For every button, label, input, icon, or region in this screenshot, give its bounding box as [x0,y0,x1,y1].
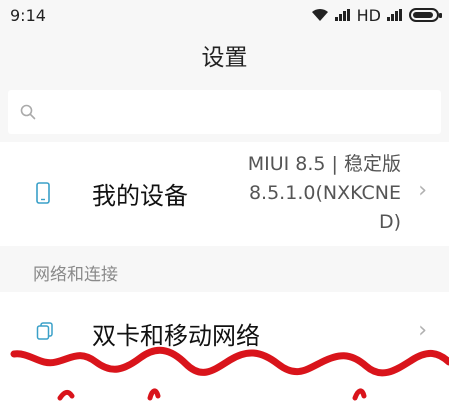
dual-sim-row[interactable]: 双卡和移动网络 › [0,292,449,372]
section-title: 网络和连接 [33,264,118,285]
battery-level [413,12,433,18]
sim-card-icon [36,322,53,340]
device-version: MIUI 8.5 | 稳定版 8.5.1.0(NXKCNE D) [221,150,401,237]
section-header-network: 网络和连接 [0,252,449,292]
status-time: 9:14 [10,5,46,25]
search-icon [20,104,36,120]
status-icons: HD [311,5,442,25]
network-card: 双卡和移动网络 › [0,292,449,401]
my-device-row[interactable]: 我的设备 MIUI 8.5 | 稳定版 8.5.1.0(NXKCNE D) › [0,142,449,246]
chevron-right-icon: › [418,178,427,203]
phone-icon [36,182,50,204]
wifi-icon [311,8,328,21]
battery-icon [409,8,442,22]
signal-icon [334,9,351,21]
device-version-line2: 8.5.1.0(NXKCNE [248,182,401,204]
status-bar: 9:14 HD [0,0,449,30]
network-type-label: HD [356,5,381,25]
device-version-line3: D) [378,211,401,233]
chevron-right-icon: › [418,318,427,343]
search-box[interactable] [8,90,441,134]
dual-sim-label: 双卡和移动网络 [92,322,260,350]
signal-icon-2 [387,9,403,21]
device-version-line1: MIUI 8.5 | 稳定版 [247,153,401,175]
page-title: 设置 [201,45,248,71]
my-device-label: 我的设备 [92,182,188,210]
search-input[interactable] [44,101,428,123]
title-bar: 设置 [0,30,449,80]
